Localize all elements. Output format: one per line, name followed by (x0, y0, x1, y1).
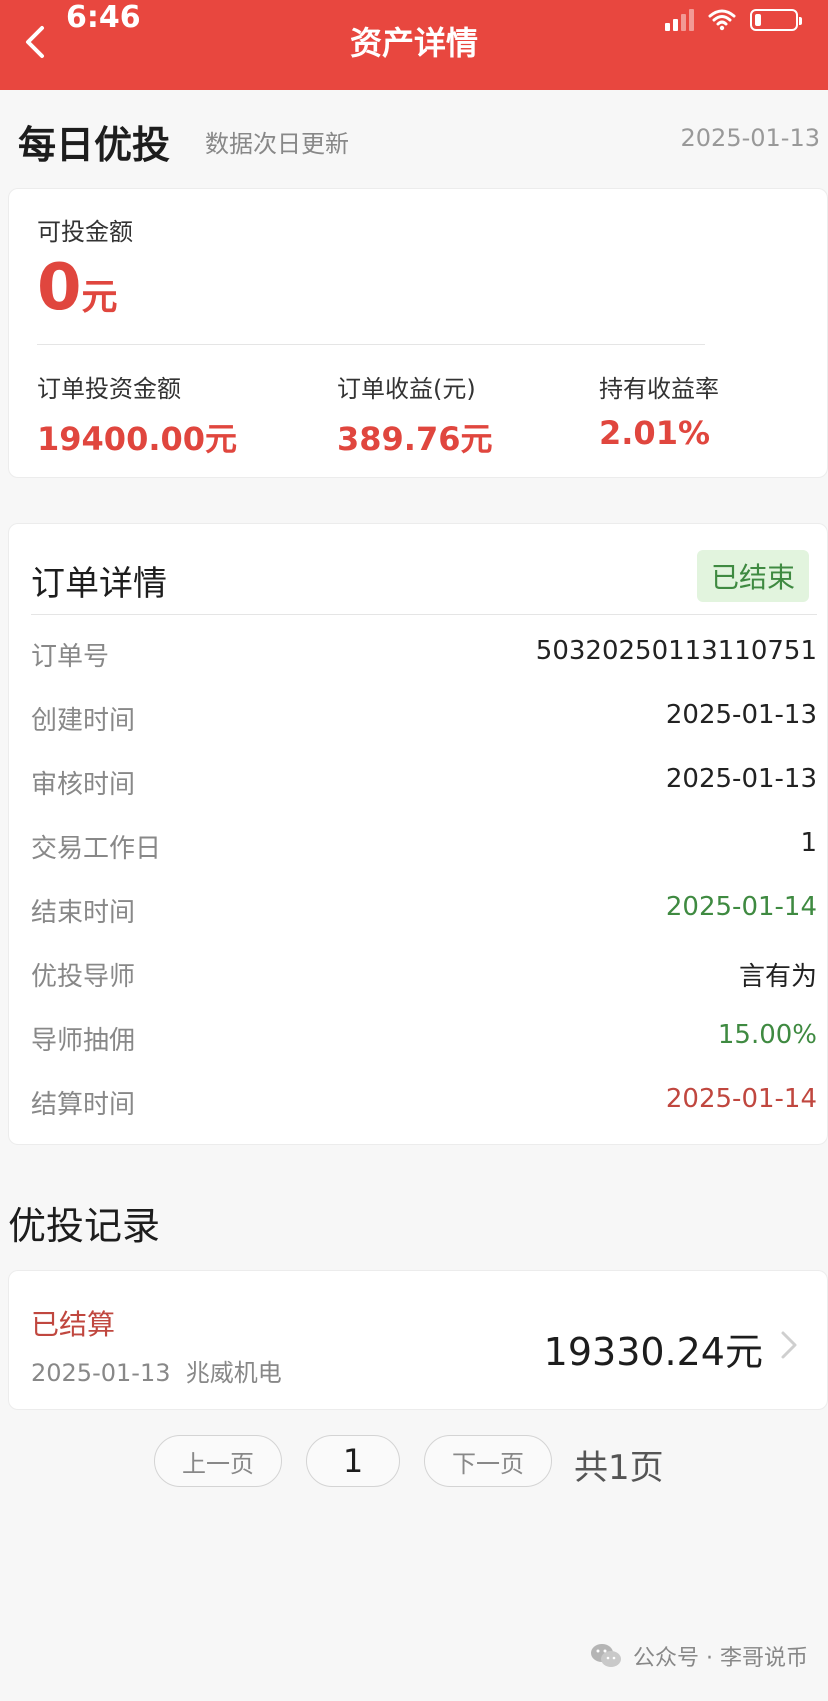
chevron-right-icon (781, 1331, 797, 1359)
detail-label: 导师抽佣 (31, 1026, 136, 1056)
page-total: 共1页 (574, 1448, 664, 1488)
order-details-card: 订单详情 已结束 订单号 50320250113110751 创建时间 2025… (8, 523, 828, 1145)
detail-label: 结束时间 (31, 898, 136, 928)
record-date: 2025-01-13 (31, 1359, 171, 1387)
page-title: 资产详情 (349, 24, 478, 62)
detail-row-created: 创建时间 2025-01-13 (31, 700, 817, 740)
stat-value: 2.01% (599, 414, 711, 452)
watermark: 公众号 · 李哥说币 (589, 1640, 808, 1672)
detail-label: 结算时间 (31, 1090, 136, 1120)
stat-investment: 订单投资金额 19400.00元 (37, 369, 237, 460)
detail-value: 2025-01-13 (665, 700, 817, 730)
detail-row-mentor: 优投导师 言有为 (31, 956, 817, 996)
order-details-title: 订单详情 (31, 564, 167, 604)
next-page-button[interactable]: 下一页 (424, 1435, 552, 1487)
detail-row-commission: 导师抽佣 15.00% (31, 1020, 817, 1060)
detail-label: 优投导师 (31, 962, 136, 992)
app-header: 6:46 资产详情 (0, 0, 828, 90)
update-note: 数据次日更新 (205, 130, 349, 158)
detail-label: 订单号 (31, 642, 110, 672)
detail-value: 1 (800, 828, 817, 858)
stat-label: 订单收益(元) (337, 375, 476, 403)
available-amount: 0元 (37, 251, 118, 325)
detail-value: 50320250113110751 (535, 636, 817, 666)
detail-label: 创建时间 (31, 706, 136, 736)
stat-income: 订单收益(元) 389.76元 (337, 369, 493, 460)
stat-label: 订单投资金额 (37, 375, 181, 403)
data-date: 2025-01-13 (680, 124, 820, 152)
detail-value: 2025-01-13 (665, 764, 817, 794)
status-badge: 已结束 (696, 550, 809, 602)
record-status: 已结算 (31, 1308, 116, 1341)
available-label: 可投金额 (37, 218, 133, 246)
stat-value: 389.76元 (337, 420, 493, 458)
detail-value: 言有为 (738, 962, 817, 992)
detail-row-reviewed: 审核时间 2025-01-13 (31, 764, 817, 804)
detail-row-trading-days: 交易工作日 1 (31, 828, 817, 868)
detail-value: 2025-01-14 (665, 1084, 817, 1114)
divider (37, 344, 705, 345)
detail-row-order-number: 订单号 50320250113110751 (31, 636, 817, 676)
prev-page-button[interactable]: 上一页 (154, 1435, 282, 1487)
summary-card: 可投金额 0元 订单投资金额 19400.00元 订单收益(元) 389.76元… (8, 188, 828, 478)
record-item[interactable]: 已结算 2025-01-13 兆威机电 19330.24元 (8, 1270, 828, 1410)
available-value: 0 (37, 251, 82, 325)
stat-label: 持有收益率 (599, 375, 719, 403)
record-amount: 19330.24元 (543, 1330, 763, 1374)
watermark-text: 公众号 · 李哥说币 (633, 1646, 808, 1671)
stat-yield: 持有收益率 2.01% (599, 369, 719, 452)
detail-value: 15.00% (717, 1020, 817, 1050)
current-page[interactable]: 1 (306, 1435, 400, 1487)
record-meta: 2025-01-13 兆威机电 (31, 1353, 282, 1388)
available-unit: 元 (81, 277, 118, 318)
divider (31, 614, 817, 615)
detail-label: 交易工作日 (31, 834, 162, 864)
record-stock-name: 兆威机电 (185, 1359, 282, 1387)
stat-value: 19400.00元 (37, 420, 238, 458)
wechat-icon (591, 1644, 622, 1667)
detail-value: 2025-01-14 (665, 892, 817, 922)
product-title: 每日优投 (18, 123, 171, 167)
records-title: 优投记录 (8, 1204, 161, 1248)
detail-row-end-time: 结束时间 2025-01-14 (31, 892, 817, 932)
detail-row-settlement: 结算时间 2025-01-14 (31, 1084, 817, 1124)
detail-label: 审核时间 (31, 770, 136, 800)
